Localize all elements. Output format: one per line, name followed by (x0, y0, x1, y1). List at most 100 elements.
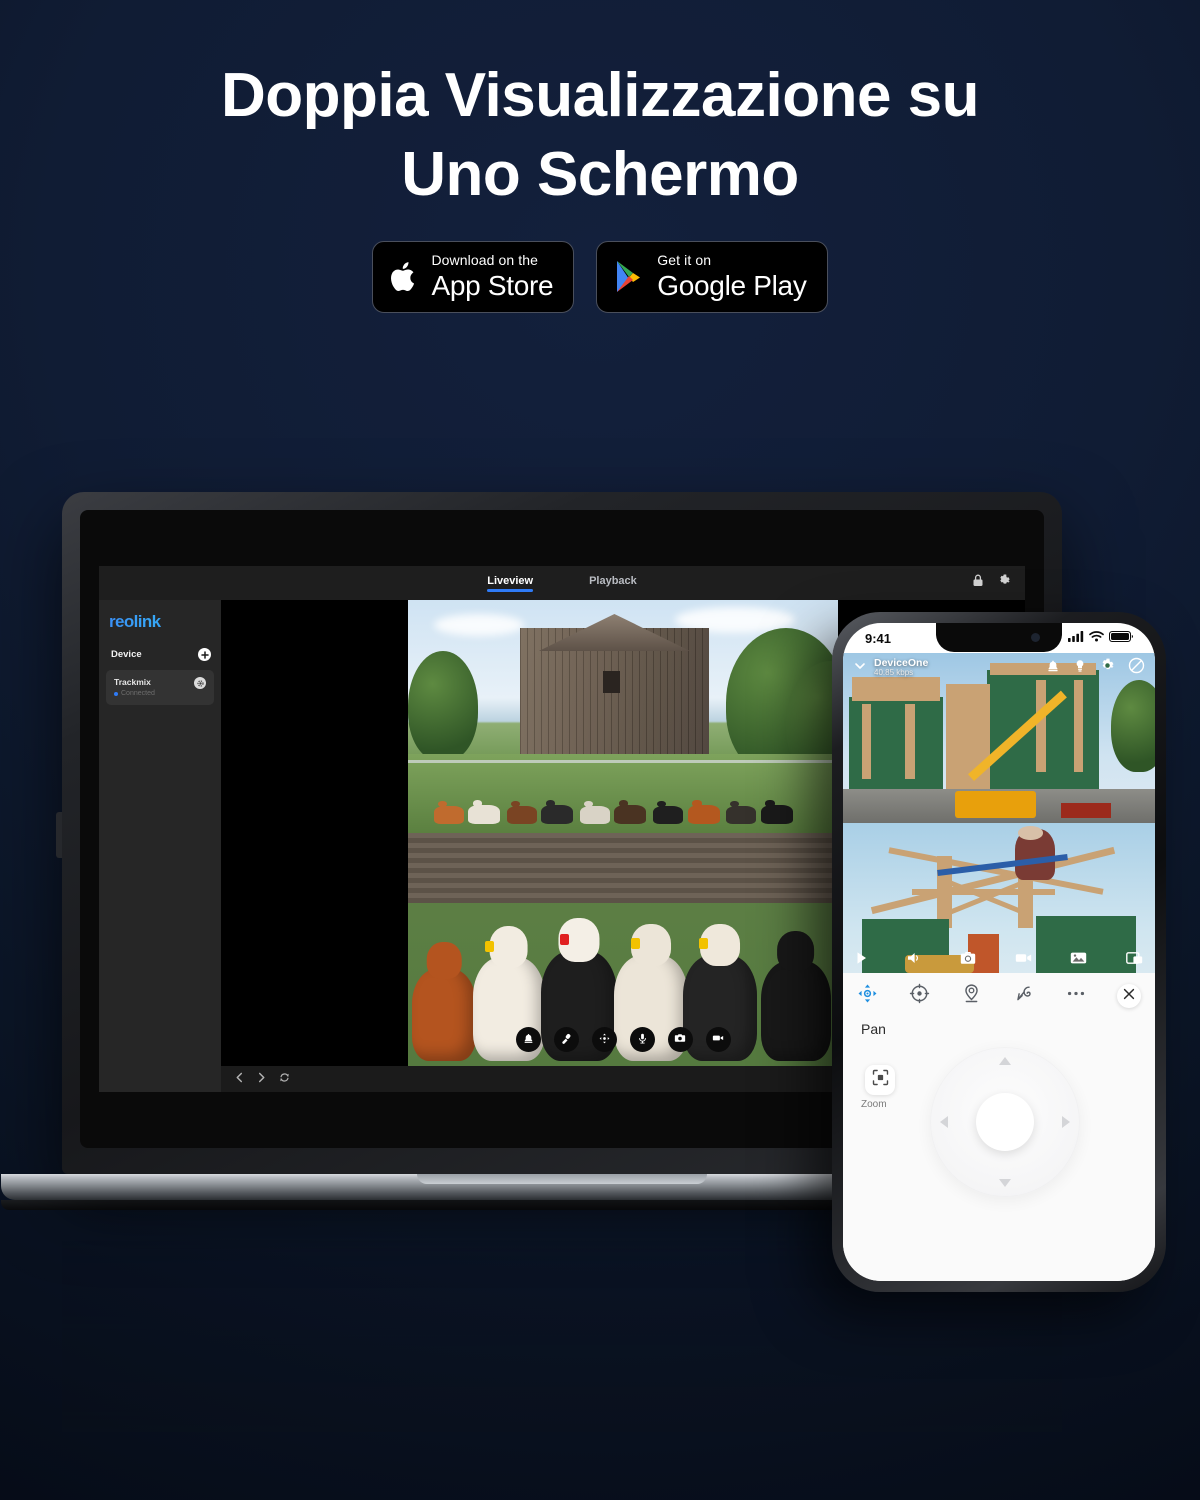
gear-icon[interactable] (1100, 658, 1115, 678)
spotlight-icon (561, 1031, 572, 1049)
camera-header-actions (1046, 657, 1145, 679)
sidebar-item-status: Connected (114, 690, 155, 697)
dpad-center-button[interactable] (976, 1093, 1034, 1151)
camera-pane-construction[interactable]: DeviceOne 40.85 kbps (843, 653, 1155, 823)
wifi-icon (1089, 629, 1104, 647)
google-play-badge[interactable]: Get it on Google Play (596, 240, 828, 313)
play-icon[interactable] (855, 951, 868, 970)
snapshot-icon[interactable] (960, 951, 976, 970)
record-button[interactable] (705, 1027, 731, 1052)
page-title: Doppia Visualizzazione su Uno Schermo (0, 56, 1200, 215)
front-camera-icon (1031, 633, 1040, 642)
gear-icon[interactable] (998, 574, 1011, 592)
status-dot-icon (114, 691, 118, 696)
gallery-icon[interactable] (1070, 951, 1087, 970)
sidebar-section-device: Device (99, 648, 221, 661)
pan-icon (857, 983, 878, 1009)
store-badges: Download on the App Store Get it on Goog… (0, 240, 1200, 313)
app-store-big-text: App Store (431, 270, 554, 302)
ptz-tab-preset[interactable] (961, 983, 1013, 1009)
app-store-label: Download on the App Store (431, 253, 553, 300)
app-header: Liveview Playback (99, 566, 1025, 600)
dpad-left-arrow-icon[interactable] (940, 1116, 948, 1128)
gear-icon[interactable] (194, 677, 206, 689)
apple-icon (389, 259, 419, 295)
tab-playback[interactable]: Playback (589, 575, 637, 592)
record-icon[interactable] (1015, 951, 1032, 970)
calibrate-icon (909, 983, 930, 1009)
ptz-mode-label: Pan (861, 1021, 886, 1037)
dpad-up-arrow-icon[interactable] (999, 1057, 1011, 1065)
lock-icon[interactable] (972, 574, 984, 592)
ptz-tab-track[interactable] (1013, 983, 1065, 1009)
battery-icon (1109, 629, 1133, 647)
prev-icon[interactable] (235, 1070, 244, 1088)
microphone-button[interactable] (629, 1027, 655, 1052)
preset-marker-icon (961, 983, 982, 1009)
ptz-move-icon (599, 1031, 610, 1049)
video-column (408, 600, 838, 1066)
google-play-big-text: Google Play (657, 270, 807, 302)
camera-pane-roof[interactable] (843, 823, 1155, 973)
spotlight-button[interactable] (553, 1027, 579, 1052)
ptz-tab-pan[interactable] (857, 983, 909, 1009)
app-tabs: Liveview Playback (99, 575, 1025, 592)
ptz-panel: Pan Zoom (843, 973, 1155, 1281)
google-play-icon (613, 259, 645, 294)
reolink-logo: reolink (99, 608, 221, 632)
plus-icon[interactable] (198, 648, 211, 661)
barn-scene (408, 600, 838, 833)
cellular-signal-icon (1068, 629, 1084, 647)
status-time: 9:41 (865, 630, 892, 646)
privacy-mask-icon[interactable] (1128, 657, 1145, 679)
snapshot-icon (674, 1031, 686, 1049)
app-header-actions (972, 574, 1011, 592)
more-icon (1065, 983, 1087, 1009)
spotlight-icon[interactable] (1073, 659, 1087, 678)
dpad-down-arrow-icon[interactable] (999, 1179, 1011, 1187)
dpad-right-arrow-icon[interactable] (1062, 1116, 1070, 1128)
snapshot-button[interactable] (667, 1027, 693, 1052)
video-control-bar (408, 1027, 838, 1052)
page-title-line2: Uno Schermo (401, 140, 799, 210)
phone-screen: 9:41 DeviceOne 40.85 kbps Pan Zoom (843, 623, 1155, 1281)
ptz-close-button[interactable] (1117, 984, 1141, 1008)
microphone-icon (637, 1031, 648, 1049)
close-icon (1123, 987, 1135, 1005)
google-play-small-text: Get it on (657, 252, 712, 269)
zoom-button[interactable] (865, 1065, 895, 1095)
video-tile-barn[interactable] (408, 600, 838, 833)
ptz-tab-bar (843, 973, 1155, 1009)
hero-section: Doppia Visualizzazione su Uno Schermo Do… (0, 0, 1200, 313)
siren-icon[interactable] (1046, 659, 1060, 678)
ptz-tab-more[interactable] (1065, 983, 1117, 1009)
refresh-icon[interactable] (279, 1070, 290, 1088)
guard-track-icon (1013, 983, 1034, 1009)
sidebar-item-label: Trackmix (114, 677, 151, 687)
sidebar-item-trackmix[interactable]: Trackmix Connected (106, 670, 214, 705)
app-sidebar: reolink Device Trackmix Connected (99, 600, 221, 1092)
zoom-frame-icon (872, 1069, 889, 1091)
app-store-small-text: Download on the (431, 252, 539, 269)
phone-notch (936, 623, 1062, 652)
camera-title: DeviceOne 40.85 kbps (874, 658, 928, 677)
phone-mockup: 9:41 DeviceOne 40.85 kbps Pan Zoom (832, 612, 1166, 1292)
status-badge: Connected (121, 690, 155, 697)
record-icon (712, 1031, 724, 1049)
ptz-move-button[interactable] (591, 1027, 617, 1052)
siren-icon (523, 1031, 534, 1049)
next-icon[interactable] (257, 1070, 266, 1088)
status-indicators (1068, 629, 1133, 647)
camera-toolbar (843, 947, 1155, 973)
ptz-dpad[interactable] (930, 1047, 1080, 1197)
chevron-down-icon[interactable] (853, 659, 867, 678)
tab-liveview[interactable]: Liveview (487, 575, 533, 592)
app-store-badge[interactable]: Download on the App Store (372, 240, 575, 313)
ptz-tab-calibrate[interactable] (909, 983, 961, 1009)
siren-button[interactable] (515, 1027, 541, 1052)
speaker-icon[interactable] (907, 951, 922, 970)
google-play-label: Get it on Google Play (657, 252, 807, 302)
camera-bitrate: 40.85 kbps (874, 668, 914, 678)
pip-icon[interactable] (1126, 951, 1143, 970)
sidebar-section-title: Device (111, 649, 142, 660)
